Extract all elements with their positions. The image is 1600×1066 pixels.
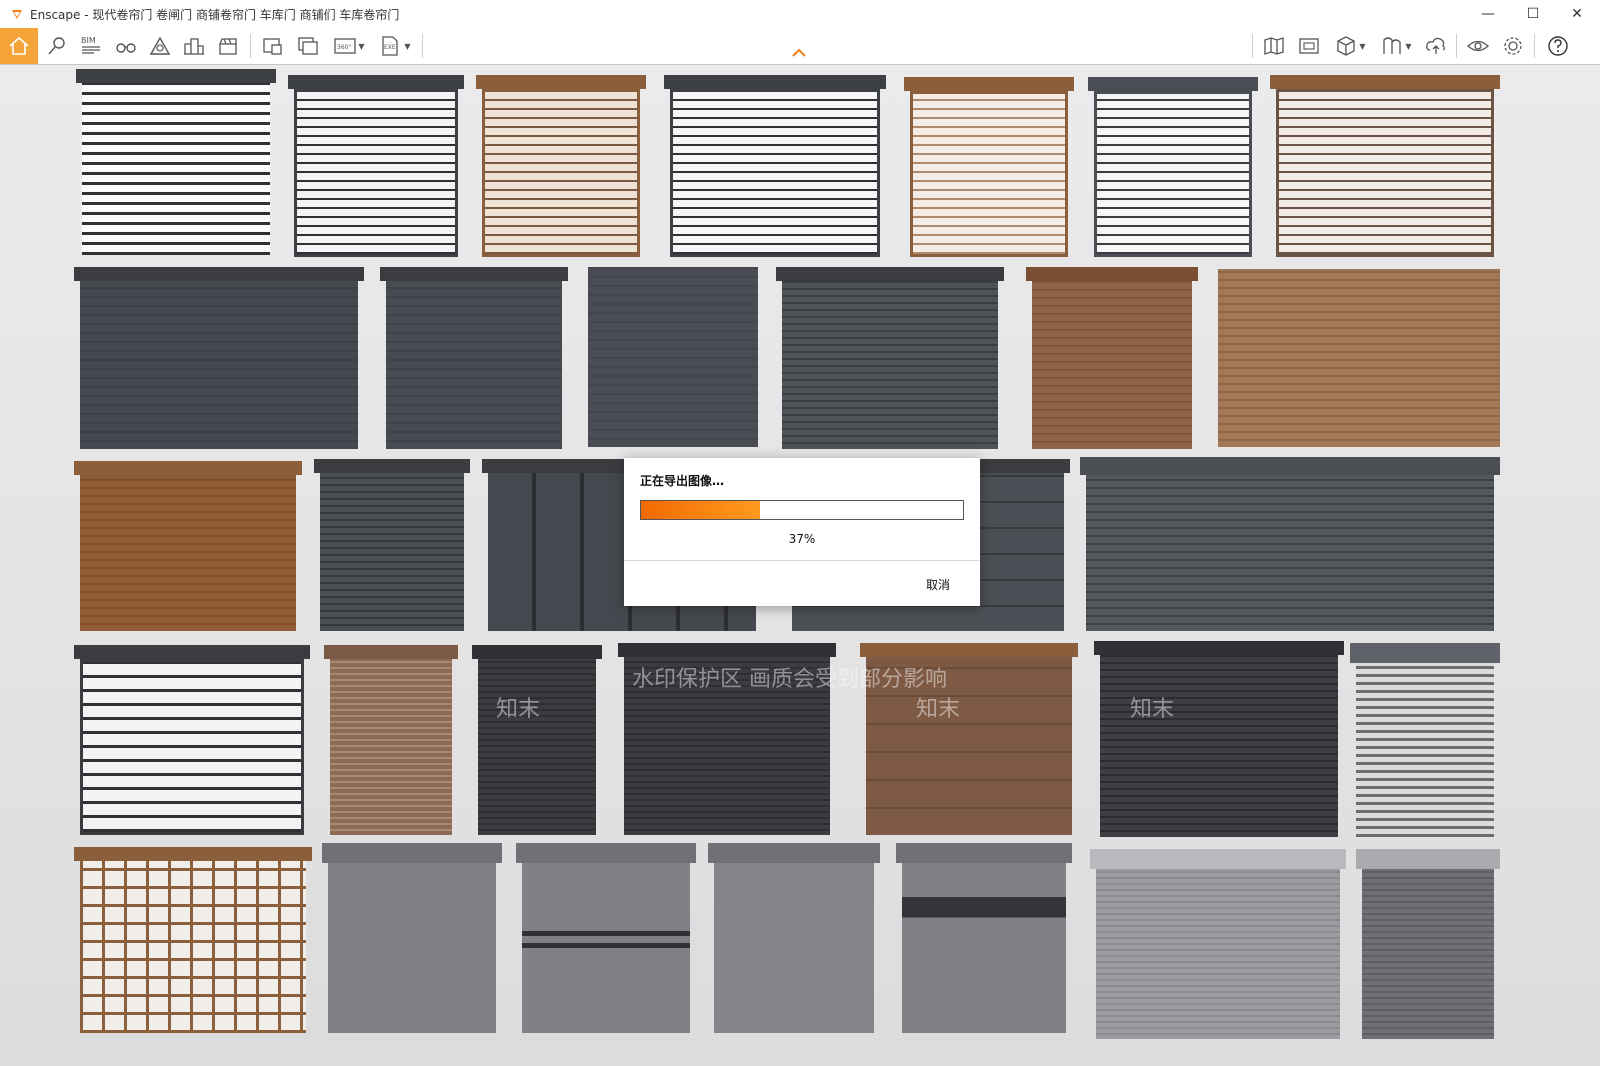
- rolling-door-model: [776, 267, 1004, 449]
- home-button[interactable]: [0, 28, 38, 64]
- toolbar-divider: [1456, 34, 1457, 58]
- rolling-door-model: [380, 267, 568, 449]
- rolling-door-model: [1090, 849, 1346, 1039]
- export-exe-icon: EXE: [382, 36, 399, 56]
- screenshot-icon: [263, 38, 282, 55]
- sun-button[interactable]: [144, 30, 176, 62]
- rolling-door-model: [1350, 643, 1500, 837]
- maximize-button[interactable]: ☐: [1510, 0, 1556, 28]
- export-progress-dialog: 正在导出图像… 37% 取消: [624, 458, 980, 606]
- rolling-door-model: [472, 645, 602, 835]
- cloud-upload-icon: [1426, 37, 1446, 54]
- window-title: Enscape - 现代卷帘门 卷闸门 商铺卷帘门 车库门 商铺们 车库卷帘门: [30, 7, 400, 22]
- rolling-door-model: [664, 75, 886, 257]
- dialog-divider: [624, 560, 980, 561]
- rolling-door-model: [618, 643, 836, 835]
- chevron-down-icon[interactable]: ▼: [358, 42, 364, 51]
- clapper-icon: [219, 38, 237, 55]
- rolling-door-model: [588, 267, 758, 447]
- minimize-button[interactable]: —: [1465, 0, 1511, 28]
- map-button[interactable]: [1258, 30, 1290, 62]
- pin-icon: [48, 37, 65, 55]
- rolling-door-model: [74, 645, 310, 835]
- rolling-door-model: [896, 843, 1072, 1033]
- toolbar-divider: [422, 34, 423, 58]
- rolling-door-model: [76, 69, 276, 255]
- rolling-door-model: [1356, 849, 1500, 1039]
- close-button[interactable]: ✕: [1554, 0, 1600, 28]
- rolling-door-model: [516, 843, 696, 1033]
- views-button[interactable]: [1293, 30, 1325, 62]
- settings-button[interactable]: [1497, 30, 1529, 62]
- help-button[interactable]: [1542, 30, 1574, 62]
- binoculars-button[interactable]: [110, 30, 142, 62]
- rolling-door-model: [1270, 75, 1500, 257]
- batch-render-button[interactable]: [292, 30, 324, 62]
- binoculars-icon: [116, 43, 136, 53]
- visibility-button[interactable]: [1462, 30, 1494, 62]
- title-bar: Enscape - 现代卷帘门 卷闸门 商铺卷帘门 车库门 商铺们 车库卷帘门 …: [0, 0, 1600, 28]
- rolling-door-model: [1026, 267, 1198, 449]
- chevron-down-icon[interactable]: ▼: [1359, 42, 1365, 51]
- video-editor-button[interactable]: [212, 30, 244, 62]
- rolling-door-model: [708, 843, 880, 1033]
- batch-render-icon: [298, 37, 318, 55]
- panorama-button[interactable]: 360° ▼: [327, 30, 371, 62]
- camera-pin-button[interactable]: [40, 30, 72, 62]
- toolbar-divider: [1252, 34, 1253, 58]
- rolling-door-model: [314, 459, 470, 631]
- views-icon: [1299, 38, 1319, 54]
- bim-icon: BIM: [81, 36, 100, 54]
- enscape-logo-icon: [12, 10, 22, 19]
- chevron-down-icon[interactable]: ▼: [1405, 42, 1411, 51]
- export-exe-button[interactable]: EXE ▼: [373, 30, 417, 62]
- cube-icon: [1337, 36, 1356, 56]
- rolling-door-model: [860, 643, 1078, 835]
- cancel-button[interactable]: 取消: [926, 576, 950, 593]
- material-icon: [1383, 37, 1402, 54]
- rolling-door-model: [904, 77, 1074, 257]
- map-icon: [1264, 37, 1284, 55]
- eye-icon: [1467, 40, 1489, 52]
- rolling-door-model: [322, 843, 502, 1033]
- export-progress-bar: [640, 500, 964, 520]
- rolling-door-model: [1218, 269, 1500, 447]
- toolbar-divider: [250, 34, 251, 58]
- dialog-title: 正在导出图像…: [640, 474, 725, 488]
- rolling-door-model: [74, 461, 302, 631]
- help-icon: [1548, 36, 1568, 56]
- buildings-icon: [184, 38, 204, 55]
- rolling-door-model: [288, 75, 464, 257]
- rolling-door-model: [74, 267, 364, 449]
- collapse-toolbar-chevron-icon[interactable]: [791, 46, 807, 60]
- svg-text:EXE: EXE: [384, 44, 396, 51]
- mountain-icon: [149, 36, 171, 55]
- rolling-door-model: [1088, 77, 1258, 257]
- chevron-down-icon[interactable]: ▼: [404, 42, 410, 51]
- rolling-door-model: [1094, 641, 1344, 837]
- progress-fill: [641, 501, 761, 519]
- material-editor-button[interactable]: ▼: [1374, 30, 1418, 62]
- toolbar-divider: [1534, 34, 1535, 58]
- rolling-door-model: [324, 645, 458, 835]
- svg-text:360°: 360°: [337, 44, 351, 51]
- bim-button[interactable]: BIM: [75, 30, 107, 62]
- home-icon: [9, 36, 29, 55]
- panorama-icon: 360°: [334, 38, 357, 54]
- rolling-door-model: [476, 75, 646, 257]
- progress-percent-label: 37%: [788, 532, 816, 546]
- screenshot-button[interactable]: [257, 30, 289, 62]
- rolling-door-model: [74, 847, 312, 1033]
- rolling-door-model: [1080, 457, 1500, 631]
- asset-library-button[interactable]: ▼: [1328, 30, 1372, 62]
- svg-text:BIM: BIM: [81, 36, 96, 45]
- buildings-button[interactable]: [178, 30, 210, 62]
- upload-button[interactable]: [1420, 30, 1452, 62]
- gear-icon: [1504, 37, 1522, 55]
